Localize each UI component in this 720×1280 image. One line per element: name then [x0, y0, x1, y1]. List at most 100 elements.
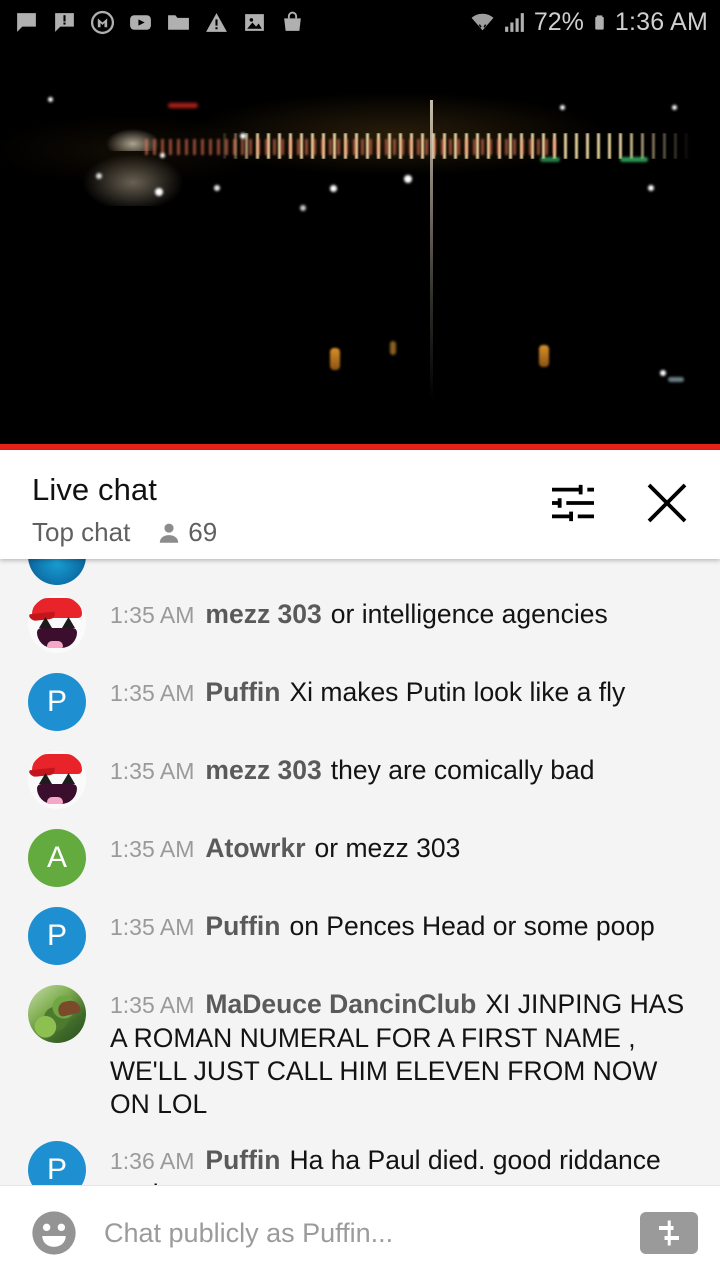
message-text: they are comically bad — [330, 755, 595, 785]
chat-mode-label[interactable]: Top chat — [32, 517, 130, 548]
close-x-icon — [647, 483, 687, 523]
chat-alert-icon — [55, 13, 74, 32]
message-text: on Pences Head or some poop — [289, 911, 655, 941]
avatar-initial: A — [46, 841, 67, 874]
chat-header-actions — [546, 476, 694, 530]
emoji-picker-button[interactable] — [28, 1207, 80, 1259]
message-text: or mezz 303 — [314, 833, 461, 863]
avatar[interactable]: A — [28, 829, 86, 887]
viewer-count: 69 — [188, 517, 218, 547]
message-author[interactable]: mezz 303 — [205, 599, 321, 629]
message-body: 1:35 AM mezz 303 or intelligence agencies — [110, 595, 698, 632]
m-circle-icon — [90, 10, 115, 35]
message-author[interactable]: Puffin — [205, 911, 280, 941]
chat-message-row[interactable]: P 1:35 AM Puffin on Pences Head or some poo… — [0, 897, 720, 975]
avatar-initial: P — [46, 685, 67, 718]
light-dot — [648, 185, 654, 191]
antenna-pole — [430, 100, 433, 400]
message-timestamp: 1:36 AM — [110, 1148, 195, 1174]
message-timestamp: 1:35 AM — [110, 914, 195, 940]
messages-container: 1:35 AM mezz 303 or intelligence agencies P… — [0, 585, 720, 1185]
avatar[interactable] — [28, 751, 86, 809]
light-dot — [48, 97, 53, 102]
status-bar: 72% 1:36 AM — [0, 0, 720, 45]
message-author[interactable]: MaDeuce DancinClub — [205, 989, 476, 1019]
status-bar-left-icons — [14, 10, 305, 35]
youtube-play-icon — [130, 15, 151, 30]
message-body: 1:35 AM Puffin Xi makes Putin look like a … — [110, 673, 698, 710]
chat-bubble-icon — [17, 13, 36, 32]
avatar[interactable] — [28, 595, 86, 653]
person-icon — [160, 523, 179, 543]
shopping-bag-icon — [284, 11, 301, 31]
close-chat-button[interactable] — [640, 476, 694, 530]
light-dot — [390, 341, 396, 355]
chat-message-row[interactable]: A 1:35 AM Atowrkr or mezz 303 — [0, 819, 720, 897]
message-text: or intelligence agencies — [330, 599, 608, 629]
message-body: 1:36 AM Puffin Ha ha Paul died. good ridda… — [110, 1141, 698, 1185]
amber-light — [539, 345, 549, 367]
message-body: 1:35 AM mezz 303 they are comically bad — [110, 751, 698, 788]
emoji-smiley-icon — [32, 1211, 76, 1255]
avatar[interactable] — [28, 985, 86, 1043]
clock-time: 1:36 AM — [614, 8, 708, 36]
light-dot — [560, 105, 565, 110]
message-author[interactable]: Puffin — [205, 1145, 280, 1175]
light-dot — [620, 157, 648, 162]
avatar[interactable]: P — [28, 673, 86, 731]
light-dot — [96, 173, 102, 179]
night-sky — [0, 45, 720, 450]
message-body: 1:35 AM Puffin on Pences Head or some poop — [110, 907, 698, 944]
avatar — [28, 559, 86, 585]
light-dot — [330, 185, 337, 192]
amber-light — [330, 348, 340, 370]
light-dot — [540, 157, 560, 162]
message-timestamp: 1:35 AM — [110, 992, 195, 1018]
light-dot — [300, 205, 306, 211]
image-icon — [245, 14, 264, 31]
super-chat-button[interactable] — [640, 1212, 698, 1254]
light-dot — [155, 188, 163, 196]
light-dot — [160, 153, 165, 158]
avatar[interactable]: P — [28, 907, 86, 965]
tune-sliders-icon — [552, 484, 594, 522]
live-chat-header: Live chat Top chat 69 — [0, 450, 720, 559]
wifi-transfer-icon — [471, 13, 494, 31]
chat-input-bar — [0, 1185, 720, 1280]
light-dot — [404, 175, 412, 183]
city-skyline-red-lights — [140, 139, 560, 155]
video-player[interactable] — [0, 45, 720, 450]
red-beacon-light — [168, 103, 198, 108]
chat-message-row[interactable]: 1:35 AM MaDeuce DancinClub XI JINPING HAS … — [0, 975, 720, 1131]
status-bar-right: 72% 1:36 AM — [470, 8, 708, 37]
light-dot — [660, 370, 666, 376]
light-dot — [668, 377, 684, 382]
avatar-initial: P — [46, 919, 67, 952]
light-dot — [240, 133, 246, 139]
chat-message-row[interactable]: 1:35 AM mezz 303 they are comically bad — [0, 741, 720, 819]
light-dot — [672, 105, 677, 110]
chat-settings-button[interactable] — [546, 476, 600, 530]
warning-triangle-icon — [206, 13, 227, 32]
light-dot — [214, 185, 220, 191]
message-author[interactable]: mezz 303 — [205, 755, 321, 785]
battery-icon — [595, 15, 604, 30]
chat-input[interactable] — [104, 1217, 624, 1249]
message-author[interactable]: Puffin — [205, 677, 280, 707]
chat-message-row[interactable]: P 1:35 AM Puffin Xi makes Putin look like a… — [0, 663, 720, 741]
partial-message-row — [0, 559, 720, 585]
message-timestamp: 1:35 AM — [110, 758, 195, 784]
avatar[interactable]: P — [28, 1141, 86, 1185]
message-timestamp: 1:35 AM — [110, 602, 195, 628]
avatar-initial: P — [46, 1153, 67, 1185]
chat-message-row[interactable]: P 1:36 AM Puffin Ha ha Paul died. good ridd… — [0, 1131, 720, 1185]
super-chat-dollar-icon — [659, 1220, 679, 1246]
message-body: 1:35 AM MaDeuce DancinClub XI JINPING HAS … — [110, 985, 698, 1121]
message-author[interactable]: Atowrkr — [205, 833, 305, 863]
chat-message-list[interactable]: 1:35 AM mezz 303 or intelligence agencies P… — [0, 559, 720, 1185]
message-timestamp: 1:35 AM — [110, 836, 195, 862]
message-timestamp: 1:35 AM — [110, 680, 195, 706]
message-body: 1:35 AM Atowrkr or mezz 303 — [110, 829, 698, 866]
chat-message-row[interactable]: 1:35 AM mezz 303 or intelligence agencies — [0, 585, 720, 663]
message-text: Xi makes Putin look like a fly — [289, 677, 626, 707]
